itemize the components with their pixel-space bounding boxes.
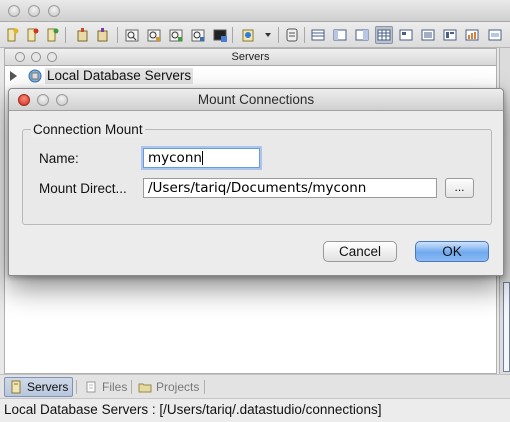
projects-icon: [138, 383, 152, 393]
toolbar-separator: [304, 27, 305, 43]
name-input[interactable]: myconn: [143, 148, 260, 168]
panel-header: Servers: [5, 49, 496, 66]
window-titlebar: [0, 0, 510, 22]
dialog-titlebar: Mount Connections: [9, 89, 503, 111]
tree-item-label: Local Database Servers: [45, 68, 194, 84]
dialog-close-button[interactable]: [18, 94, 30, 106]
chart-view-icon[interactable]: [463, 26, 481, 44]
main-toolbar: [0, 22, 510, 48]
group-title: Connection Mount: [31, 122, 145, 138]
name-input-value: myconn: [148, 150, 202, 166]
query-edit-icon[interactable]: [145, 26, 163, 44]
cancel-button[interactable]: Cancel: [323, 241, 397, 262]
dialog-minimize-button[interactable]: [37, 94, 49, 106]
browse-button[interactable]: ...: [445, 178, 474, 198]
dialog-title: Mount Connections: [197, 92, 315, 107]
tab-separator: [131, 380, 132, 394]
files-icon: [86, 381, 96, 393]
toolbar-separator: [232, 27, 233, 43]
plugin-settings-icon[interactable]: [94, 26, 112, 44]
query-icon[interactable]: [123, 26, 141, 44]
toolbar-separator: [65, 27, 66, 43]
export-view-icon[interactable]: [486, 26, 504, 44]
toolbar-separator: [117, 27, 118, 43]
status-bar: Local Database Servers : [/Users/tariq/.…: [0, 398, 510, 422]
mount-connections-dialog: Mount Connections Connection Mount Name:…: [8, 88, 504, 276]
mount-directory-value: /Users/tariq/Documents/myconn: [148, 180, 367, 196]
table-view-icon[interactable]: [375, 26, 393, 44]
window-zoom-button[interactable]: [48, 5, 60, 17]
panel-minimize-button[interactable]: [31, 52, 41, 62]
text-caret: [201, 151, 203, 165]
mount-directory-input[interactable]: /Users/tariq/Documents/myconn: [143, 178, 437, 198]
list-view-icon[interactable]: [419, 26, 437, 44]
tab-servers[interactable]: Servers: [4, 377, 74, 397]
connection-mount-group: [22, 129, 492, 225]
panel-close-button[interactable]: [15, 52, 25, 62]
tab-servers-label: Servers: [27, 380, 69, 394]
detail-view-icon[interactable]: [441, 26, 459, 44]
form-view-icon[interactable]: [397, 26, 415, 44]
panel-tabbar: Servers Files Projects: [0, 374, 510, 398]
new-connection-icon[interactable]: [3, 26, 21, 44]
tab-files[interactable]: Files: [80, 377, 131, 397]
scripts-icon[interactable]: [283, 26, 301, 44]
tab-projects-label: Projects: [156, 380, 200, 394]
column-view-icon[interactable]: [331, 26, 349, 44]
tab-projects[interactable]: Projects: [134, 377, 203, 397]
dialog-zoom-button[interactable]: [56, 94, 68, 106]
grid-view-icon[interactable]: [309, 26, 327, 44]
side-outline-box: [503, 282, 510, 372]
window-minimize-button[interactable]: [28, 5, 40, 17]
tree-row-local-servers[interactable]: Local Database Servers: [5, 67, 496, 85]
panel-title: Servers: [231, 51, 270, 63]
chevron-down-icon[interactable]: [259, 26, 277, 44]
tab-separator: [204, 380, 205, 394]
panel-maximize-button[interactable]: [47, 52, 57, 62]
database-server-icon: [28, 69, 42, 83]
tab-separator: [76, 380, 77, 394]
tab-files-label: Files: [102, 380, 128, 394]
window-close-button[interactable]: [8, 5, 20, 17]
plugin-icon[interactable]: [74, 26, 92, 44]
mount-directory-label: Mount Direct...: [39, 181, 127, 196]
expand-arrow-icon[interactable]: [10, 71, 17, 81]
delete-connection-icon[interactable]: [23, 26, 41, 44]
refresh-connection-icon[interactable]: [43, 26, 61, 44]
split-view-icon[interactable]: [353, 26, 371, 44]
connect-icon[interactable]: [239, 26, 257, 44]
query-run-icon[interactable]: [167, 26, 185, 44]
terminal-icon[interactable]: [211, 26, 229, 44]
ok-button[interactable]: OK: [415, 241, 489, 262]
name-label: Name:: [39, 151, 79, 166]
toolbar-separator: [278, 27, 279, 43]
server-icon: [11, 380, 21, 394]
query-export-icon[interactable]: [189, 26, 207, 44]
